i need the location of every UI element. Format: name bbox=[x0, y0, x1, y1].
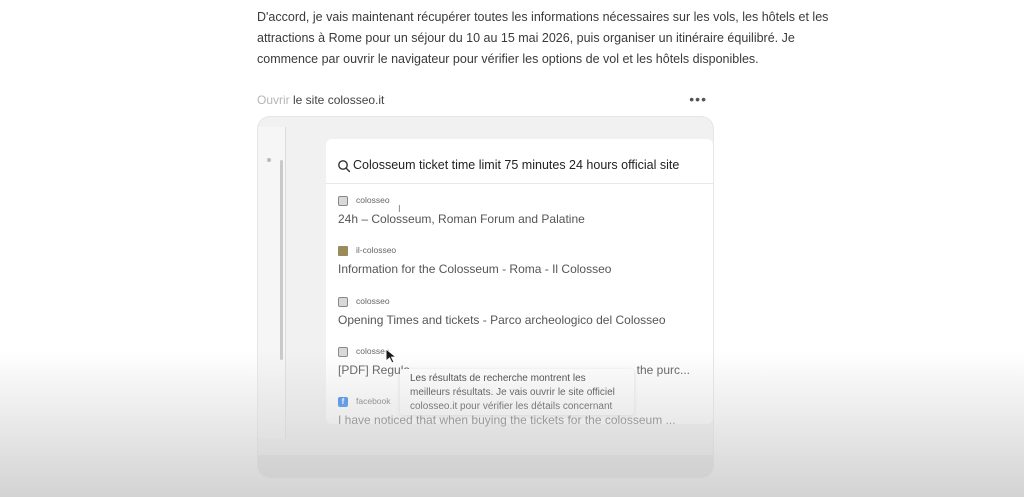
search-result[interactable]: il-colosseo Information for the Colosseu… bbox=[338, 245, 708, 285]
mouse-pointer-icon bbox=[385, 348, 398, 364]
search-result[interactable]: colosseo 24h – Colosseum, Roman Forum an… bbox=[338, 195, 708, 235]
colosseo-icon bbox=[338, 196, 348, 206]
sidebar-scrollbar[interactable] bbox=[280, 160, 283, 360]
search-bar[interactable]: Colosseum ticket time limit 75 minutes 2… bbox=[326, 153, 713, 184]
result-source: facebook bbox=[356, 396, 391, 406]
search-query[interactable]: Colosseum ticket time limit 75 minutes 2… bbox=[353, 158, 679, 172]
colosseo-icon bbox=[338, 347, 348, 357]
browser-status-bar bbox=[258, 455, 713, 477]
search-result[interactable]: colosseo Opening Times and tickets - Par… bbox=[338, 296, 708, 336]
agent-tooltip: Les résultats de recherche montrent les … bbox=[400, 369, 634, 415]
result-title-tail: the purc... bbox=[636, 363, 690, 377]
step-header: Ouvrir le site colosseo.it ••• bbox=[257, 91, 707, 111]
result-source: colosseo bbox=[356, 195, 390, 205]
result-title[interactable]: 24h – Colosseum, Roman Forum and Palatin… bbox=[338, 212, 708, 226]
browser-preview[interactable]: Colosseum ticket time limit 75 minutes 2… bbox=[258, 117, 713, 477]
step-verb: Ouvrir bbox=[257, 93, 290, 107]
ellipsis-icon[interactable]: ••• bbox=[689, 91, 707, 107]
assistant-message: D'accord, je vais maintenant récupérer t… bbox=[257, 10, 829, 66]
result-source: colosseo bbox=[356, 296, 390, 306]
facebook-icon: f bbox=[338, 397, 348, 407]
sidebar-dot bbox=[267, 158, 271, 162]
result-title[interactable]: I have noticed that when buying the tick… bbox=[338, 413, 708, 427]
search-icon bbox=[338, 160, 351, 173]
text-cursor-icon: I bbox=[398, 204, 401, 215]
result-title[interactable]: Information for the Colosseum - Roma - I… bbox=[338, 262, 708, 276]
il-colosseo-icon bbox=[338, 246, 348, 256]
colosseo-icon bbox=[338, 297, 348, 307]
result-source: il-colosseo bbox=[356, 245, 397, 255]
step-object: le site colosseo.it bbox=[289, 93, 385, 107]
browser-sidebar bbox=[258, 127, 286, 439]
result-title[interactable]: Opening Times and tickets - Parco archeo… bbox=[338, 313, 708, 327]
